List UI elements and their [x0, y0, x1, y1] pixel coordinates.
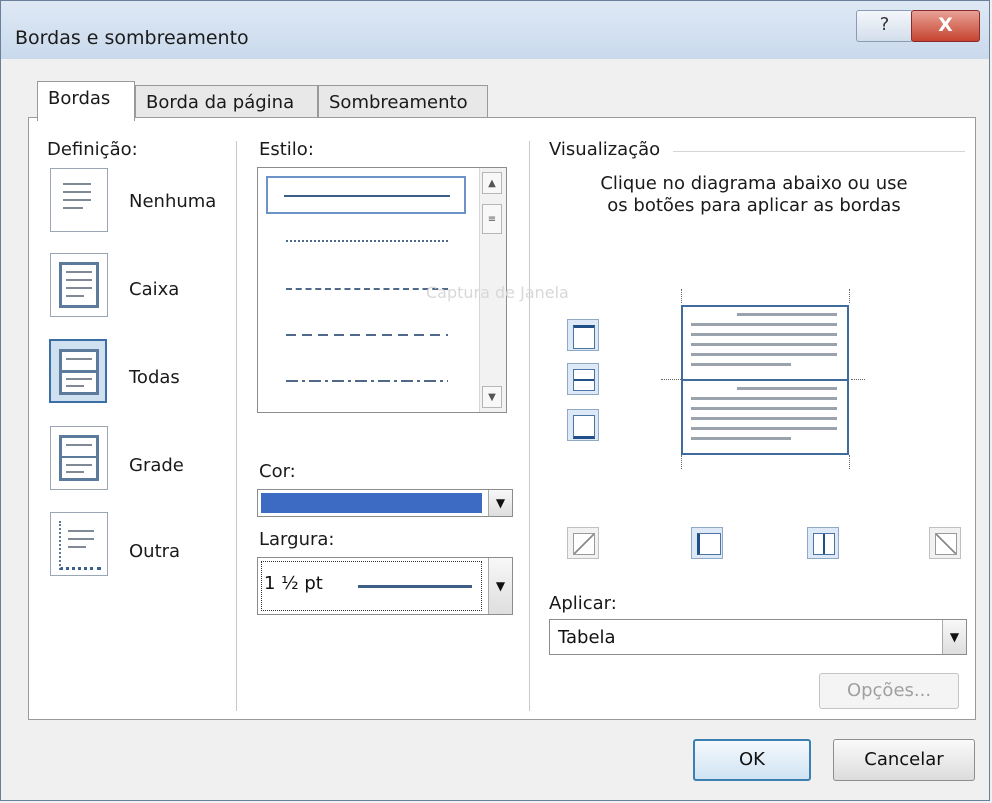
- help-icon: ?: [879, 14, 890, 35]
- apply-value: Tabela: [558, 627, 616, 648]
- style-option-solid[interactable]: [266, 176, 466, 214]
- setting-label-all[interactable]: Todas: [129, 367, 180, 388]
- tab-label: Sombreamento: [329, 92, 468, 113]
- bottom-border-toggle-icon[interactable]: [567, 409, 599, 441]
- chevron-down-icon[interactable]: ▼: [488, 490, 512, 516]
- options-button[interactable]: Opções...: [819, 673, 959, 709]
- setting-label-custom[interactable]: Outra: [129, 541, 180, 562]
- capture-watermark: Captura de Janela: [426, 283, 569, 302]
- grid-setting-icon[interactable]: [50, 426, 108, 490]
- style-option-dashed[interactable]: [266, 316, 466, 354]
- diagonal-up-border-toggle-icon[interactable]: [567, 527, 599, 559]
- color-swatch: [261, 493, 482, 513]
- scroll-up-icon[interactable]: ▲: [482, 172, 502, 194]
- tab-sombreamento[interactable]: Sombreamento: [318, 85, 488, 121]
- style-option-dash-dot[interactable]: [266, 362, 466, 400]
- custom-setting-icon[interactable]: [50, 512, 108, 576]
- dialog-window: Bordas e sombreamento ? X Bordas Borda d…: [0, 0, 990, 801]
- cancel-button[interactable]: Cancelar: [833, 739, 975, 781]
- scroll-down-icon[interactable]: ▼: [482, 386, 502, 408]
- color-label: Cor:: [259, 461, 296, 482]
- width-dropdown[interactable]: 1 ½ pt ▼: [257, 557, 513, 615]
- preview-instructions: Clique no diagrama abaixo ou use os botõ…: [600, 173, 908, 216]
- all-setting-icon[interactable]: [49, 339, 107, 403]
- width-sample-line: [358, 585, 472, 588]
- chevron-down-icon[interactable]: ▼: [488, 558, 512, 614]
- chevron-down-icon[interactable]: ▼: [942, 620, 966, 654]
- left-border-toggle-icon[interactable]: [691, 527, 723, 559]
- color-dropdown[interactable]: ▼: [257, 489, 513, 517]
- dialog-title: Bordas e sombreamento: [15, 27, 249, 49]
- help-button[interactable]: ?: [856, 10, 913, 42]
- title-bar: Bordas e sombreamento ? X: [1, 1, 989, 59]
- diagonal-down-border-toggle-icon[interactable]: [929, 527, 961, 559]
- close-icon: X: [938, 14, 953, 36]
- preview-heading: Visualização: [549, 139, 661, 160]
- apply-label: Aplicar:: [549, 593, 617, 614]
- column-divider: [236, 141, 237, 711]
- width-label: Largura:: [259, 529, 335, 550]
- column-divider: [529, 141, 530, 711]
- border-preview-diagram[interactable]: [661, 289, 865, 469]
- preview-heading-rule: [673, 151, 965, 152]
- style-option-dotted[interactable]: [266, 222, 466, 260]
- inside-horizontal-border-toggle-icon[interactable]: [567, 363, 599, 395]
- apply-dropdown[interactable]: Tabela ▼: [549, 619, 967, 655]
- none-setting-icon[interactable]: [50, 168, 108, 232]
- inside-vertical-border-toggle-icon[interactable]: [807, 527, 839, 559]
- tab-borda-da-pagina[interactable]: Borda da página: [135, 85, 318, 121]
- scroll-thumb[interactable]: ≡: [482, 204, 502, 234]
- tab-bordas[interactable]: Bordas: [37, 81, 135, 121]
- box-setting-icon[interactable]: [50, 253, 108, 317]
- tab-label: Borda da página: [146, 92, 295, 113]
- close-button[interactable]: X: [911, 10, 980, 42]
- ok-button[interactable]: OK: [693, 739, 811, 781]
- width-value: 1 ½ pt: [264, 573, 323, 594]
- style-heading: Estilo:: [259, 139, 314, 160]
- top-border-toggle-icon[interactable]: [567, 319, 599, 351]
- setting-label-none[interactable]: Nenhuma: [129, 191, 216, 212]
- tab-label: Bordas: [48, 88, 111, 109]
- setting-label-grid[interactable]: Grade: [129, 455, 184, 476]
- settings-heading: Definição:: [47, 139, 138, 160]
- setting-label-box[interactable]: Caixa: [129, 279, 179, 300]
